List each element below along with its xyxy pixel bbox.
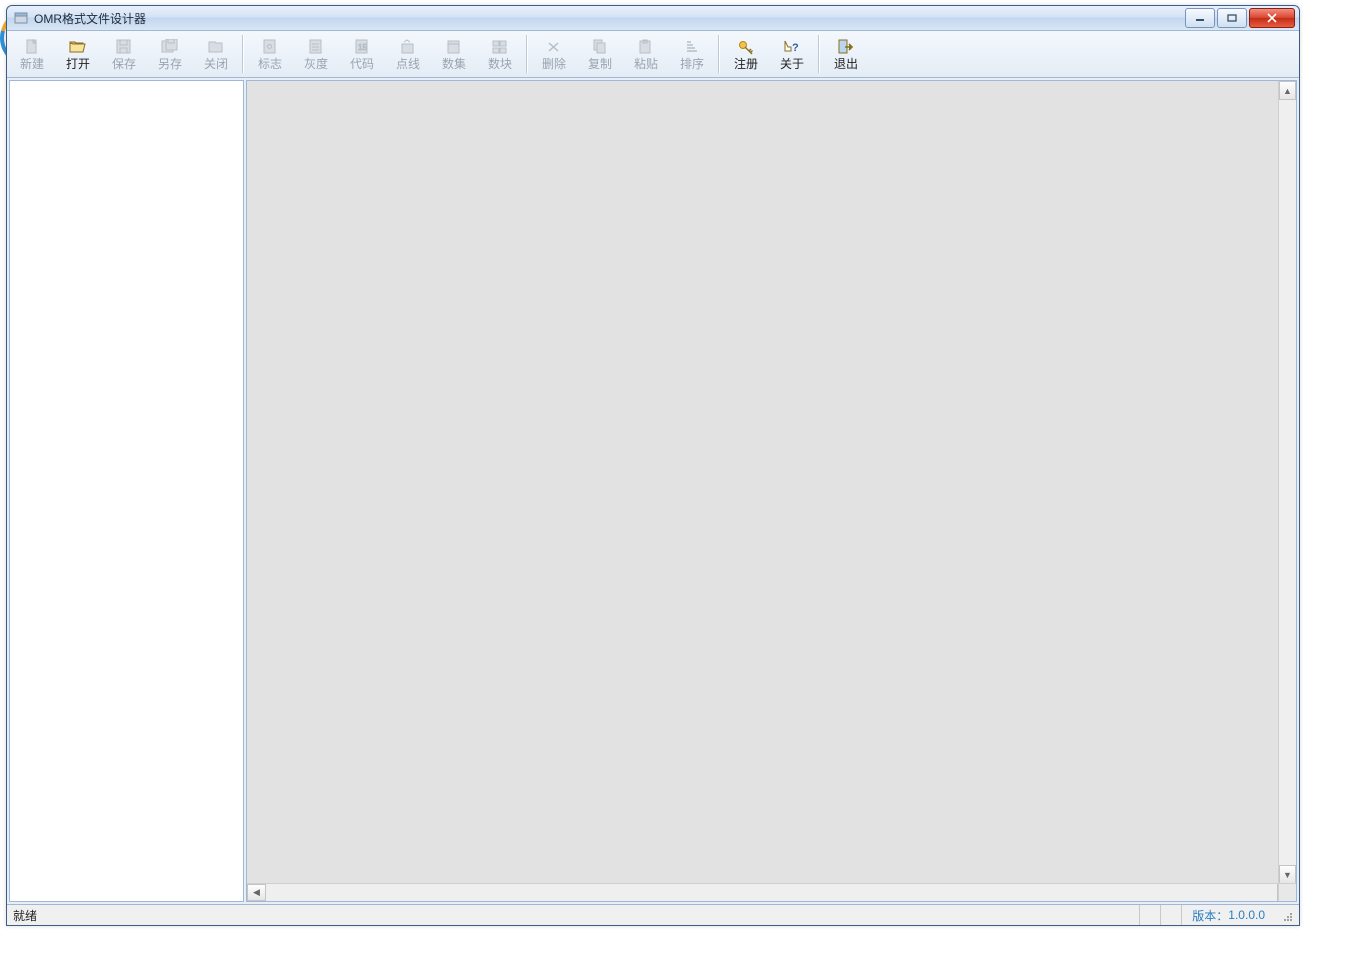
mark-icon [260,38,280,56]
numblock-button[interactable]: 数块 [477,31,523,77]
status-cell [1139,905,1160,925]
toolbar-separator [526,35,528,73]
paste-button[interactable]: 粘贴 [623,31,669,77]
delete-button[interactable]: 删除 [531,31,577,77]
open-folder-icon [68,38,88,56]
app-window: OMR格式文件设计器 新建 [6,5,1300,926]
exit-icon [836,38,856,56]
about-icon: ? [782,38,802,56]
maximize-button[interactable] [1217,8,1247,28]
toolbar-label: 打开 [66,58,90,70]
about-button[interactable]: ? 关于 [769,31,815,77]
toolbar-label: 代码 [350,58,374,70]
titlebar[interactable]: OMR格式文件设计器 [7,6,1299,31]
gray-button[interactable]: 灰度 [293,31,339,77]
code-icon: 15 [352,38,372,56]
sort-button[interactable]: 排序 [669,31,715,77]
toolbar-label: 数块 [488,58,512,70]
horizontal-scrollbar[interactable]: ◀ ▶ [247,883,1296,901]
toolbar-label: 新建 [20,58,44,70]
toolbar-label: 排序 [680,58,704,70]
key-icon [736,38,756,56]
version-label: 版本： [1192,907,1228,924]
new-file-icon [22,38,42,56]
toolbar-label: 退出 [834,58,858,70]
toolbar-label: 保存 [112,58,136,70]
close-file-button[interactable]: 关闭 [193,31,239,77]
toolbar-label: 粘贴 [634,58,658,70]
copy-icon [590,38,610,56]
version-value: 1.0.0.0 [1228,908,1265,922]
statusbar: 就绪 版本：1.0.0.0 [7,904,1299,925]
dotline-icon [398,38,418,56]
scroll-up-arrow-icon[interactable]: ▲ [1279,81,1296,100]
toolbar-label: 注册 [734,58,758,70]
window-title: OMR格式文件设计器 [34,10,146,27]
copy-button[interactable]: 复制 [577,31,623,77]
toolbar-label: 灰度 [304,58,328,70]
scroll-left-arrow-icon[interactable]: ◀ [247,884,266,901]
scrollbar-track[interactable] [266,884,1277,901]
toolbar-separator [718,35,720,73]
canvas-area[interactable] [247,81,1296,883]
saveas-button[interactable]: 另存 [147,31,193,77]
toolbar-label: 复制 [588,58,612,70]
gray-icon [306,38,326,56]
close-file-icon [206,38,226,56]
paste-icon [636,38,656,56]
numset-icon [444,38,464,56]
delete-icon [544,38,564,56]
app-icon [13,10,29,26]
close-button[interactable] [1249,8,1295,28]
status-version: 版本：1.0.0.0 [1181,905,1275,925]
dotline-button[interactable]: 点线 [385,31,431,77]
toolbar-label: 数集 [442,58,466,70]
code-button[interactable]: 15 代码 [339,31,385,77]
toolbar-separator [818,35,820,73]
toolbar-label: 标志 [258,58,282,70]
scrollbar-corner [1278,883,1296,901]
status-ready-text: 就绪 [13,907,37,924]
sort-icon [682,38,702,56]
toolbar-label: 关于 [780,58,804,70]
vertical-scrollbar[interactable]: ▲ ▼ [1278,81,1296,884]
exit-button[interactable]: 退出 [823,31,869,77]
toolbar: 新建 打开 保存 另存 [7,31,1299,78]
side-panel [9,80,244,902]
scrollbar-track[interactable] [1279,100,1296,865]
toolbar-separator [242,35,244,73]
treeview[interactable] [9,80,244,902]
window-controls [1185,8,1295,28]
main-panel: ▲ ▼ ◀ ▶ [246,80,1297,902]
status-cell [1160,905,1181,925]
resize-grip-icon[interactable] [1279,908,1293,922]
toolbar-label: 点线 [396,58,420,70]
client-area: ▲ ▼ ◀ ▶ [7,78,1299,904]
save-button[interactable]: 保存 [101,31,147,77]
svg-text:15: 15 [358,43,367,52]
new-button[interactable]: 新建 [9,31,55,77]
minimize-button[interactable] [1185,8,1215,28]
scroll-down-arrow-icon[interactable]: ▼ [1279,865,1296,884]
register-button[interactable]: 注册 [723,31,769,77]
svg-text:?: ? [792,42,799,54]
toolbar-label: 关闭 [204,58,228,70]
toolbar-label: 删除 [542,58,566,70]
save-icon [114,38,134,56]
mark-button[interactable]: 标志 [247,31,293,77]
numblock-icon [490,38,510,56]
numset-button[interactable]: 数集 [431,31,477,77]
open-button[interactable]: 打开 [55,31,101,77]
saveas-icon [160,38,180,56]
toolbar-label: 另存 [158,58,182,70]
